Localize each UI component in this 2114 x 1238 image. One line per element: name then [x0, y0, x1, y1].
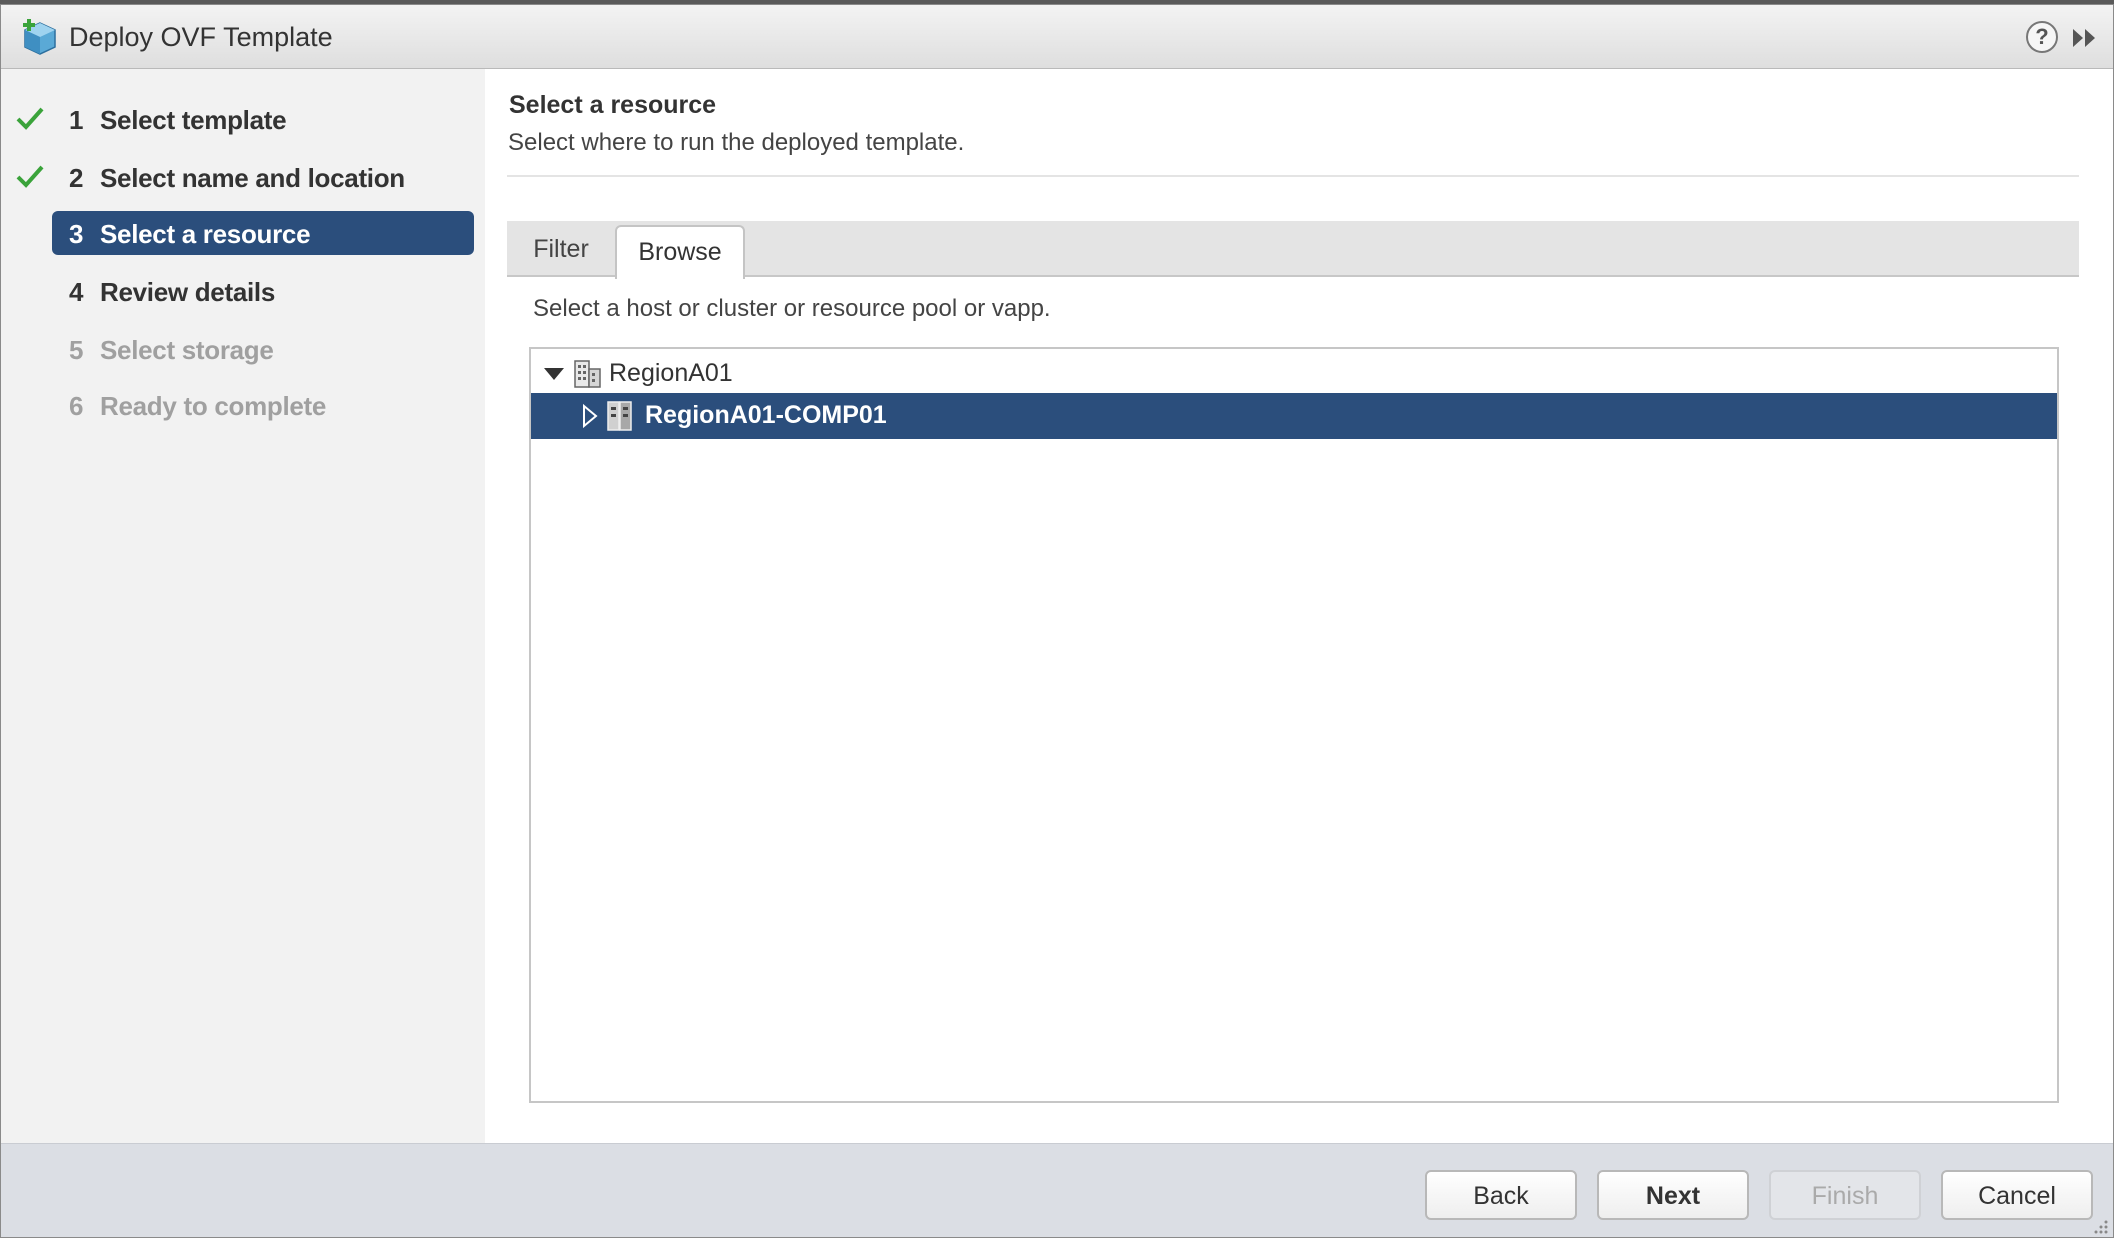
cluster-icon	[607, 401, 632, 431]
ovf-package-icon	[23, 19, 56, 55]
step-select-storage: 5 Select storage	[1, 327, 485, 371]
back-button[interactable]: Back	[1425, 1170, 1577, 1220]
step-label: Review details	[100, 277, 275, 307]
wizard-steps-nav: 1 Select template 2 Select name and loca…	[1, 69, 485, 1143]
tree-instructions: Select a host or cluster or resource poo…	[533, 295, 1051, 322]
tree-node-regiona01[interactable]: RegionA01	[543, 355, 943, 391]
step-label: Select template	[100, 105, 287, 135]
tree-node-regiona01-comp01[interactable]: RegionA01-COMP01	[531, 393, 2057, 439]
page-subtitle: Select where to run the deployed templat…	[508, 129, 965, 156]
wizard-footer: Back Next Finish Cancel	[1, 1143, 2113, 1237]
check-icon	[16, 107, 44, 130]
tab-bar: Filter Browse	[507, 221, 2079, 279]
step-label: Select name and location	[100, 163, 405, 193]
help-icon[interactable]: ?	[2026, 21, 2058, 53]
step-number: 1	[69, 105, 84, 135]
datacenter-icon	[574, 360, 601, 388]
next-button[interactable]: Next	[1597, 1170, 1749, 1220]
page-title: Select a resource	[509, 91, 717, 119]
check-icon	[16, 165, 44, 188]
step-select-name-location[interactable]: 2 Select name and location	[1, 155, 485, 199]
collapse-panel-icon[interactable]	[2071, 27, 2099, 49]
finish-button: Finish	[1769, 1170, 1921, 1220]
step-number: 5	[69, 335, 84, 365]
step-number: 3	[69, 219, 84, 249]
step-label: Select a resource	[100, 219, 311, 249]
cancel-button[interactable]: Cancel	[1941, 1170, 2093, 1220]
deploy-ovf-dialog: Deploy OVF Template ? 1 Select template …	[0, 4, 2114, 1238]
step-label: Ready to complete	[100, 391, 327, 421]
expand-toggle-icon[interactable]	[543, 365, 565, 383]
step-select-resource[interactable]: 3 Select a resource	[1, 211, 485, 255]
expand-toggle-icon[interactable]	[581, 403, 599, 429]
step-number: 2	[69, 163, 84, 193]
dialog-title: Deploy OVF Template	[69, 22, 333, 52]
step-number: 4	[69, 277, 84, 307]
step-number: 6	[69, 391, 84, 421]
tree-node-label: RegionA01-COMP01	[645, 401, 887, 429]
tree-node-label: RegionA01	[609, 359, 733, 387]
divider	[507, 175, 2079, 177]
step-label: Select storage	[100, 335, 274, 365]
title-bar: Deploy OVF Template ?	[1, 5, 2113, 69]
step-select-template[interactable]: 1 Select template	[1, 97, 485, 141]
tab-filter[interactable]: Filter	[507, 221, 615, 277]
resize-grip-icon[interactable]	[2091, 1217, 2109, 1235]
tab-browse[interactable]: Browse	[615, 225, 745, 279]
step-review-details[interactable]: 4 Review details	[1, 269, 485, 313]
step-ready-to-complete: 6 Ready to complete	[1, 383, 485, 427]
resource-tree[interactable]: RegionA01 RegionA01-COMP01	[529, 347, 2059, 1103]
